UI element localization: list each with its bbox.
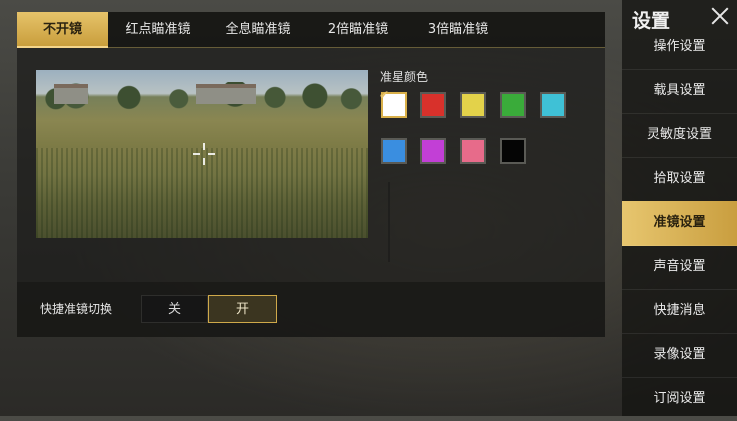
quick-switch-label: 快捷准镜切换 (40, 302, 113, 316)
color-swatch-cyan[interactable] (540, 92, 566, 118)
sidebar-item-pickup[interactable]: 拾取设置 (622, 157, 737, 202)
sidebar-item-sound[interactable]: 声音设置 (622, 245, 737, 290)
sidebar-item-subscription[interactable]: 订阅设置 (622, 377, 737, 416)
tab-no-scope[interactable]: 不开镜 (17, 12, 108, 48)
color-swatch-red[interactable] (420, 92, 446, 118)
sidebar-item-sensitivity[interactable]: 灵敏度设置 (622, 113, 737, 158)
sidebar-item-replay[interactable]: 录像设置 (622, 333, 737, 378)
sidebar-item-controls[interactable]: 操作设置 (622, 25, 737, 70)
close-icon[interactable] (709, 5, 731, 27)
scope-tab-bar: 不开镜 红点瞄准镜 全息瞄准镜 2倍瞄准镜 3倍瞄准镜 (17, 12, 605, 48)
color-swatch-pink[interactable] (460, 138, 486, 164)
color-swatch-green[interactable] (500, 92, 526, 118)
color-swatch-purple[interactable] (420, 138, 446, 164)
sidebar-item-vehicle[interactable]: 载具设置 (622, 69, 737, 114)
crosshair-color-label: 准星颜色 (380, 70, 429, 84)
quick-switch-on-button[interactable]: 开 (208, 295, 277, 323)
quick-switch-off-button[interactable]: 关 (141, 295, 208, 323)
tab-holographic[interactable]: 全息瞄准镜 (208, 12, 308, 47)
preview-house (54, 84, 88, 104)
color-swatch-black[interactable] (500, 138, 526, 164)
tab-3x-scope[interactable]: 3倍瞄准镜 (408, 12, 508, 47)
sidebar-item-quick-chat[interactable]: 快捷消息 (622, 289, 737, 334)
preview-house (196, 84, 256, 104)
color-swatch-yellow[interactable] (460, 92, 486, 118)
color-swatch-blue[interactable] (381, 138, 407, 164)
crosshair-icon (193, 143, 215, 165)
sidebar-item-scope[interactable]: 准镜设置 (622, 201, 737, 246)
tab-2x-scope[interactable]: 2倍瞄准镜 (308, 12, 408, 47)
color-swatch-white[interactable]: ✔ (379, 88, 407, 118)
check-icon: ✔ (379, 88, 390, 102)
tab-red-dot[interactable]: 红点瞄准镜 (108, 12, 208, 47)
